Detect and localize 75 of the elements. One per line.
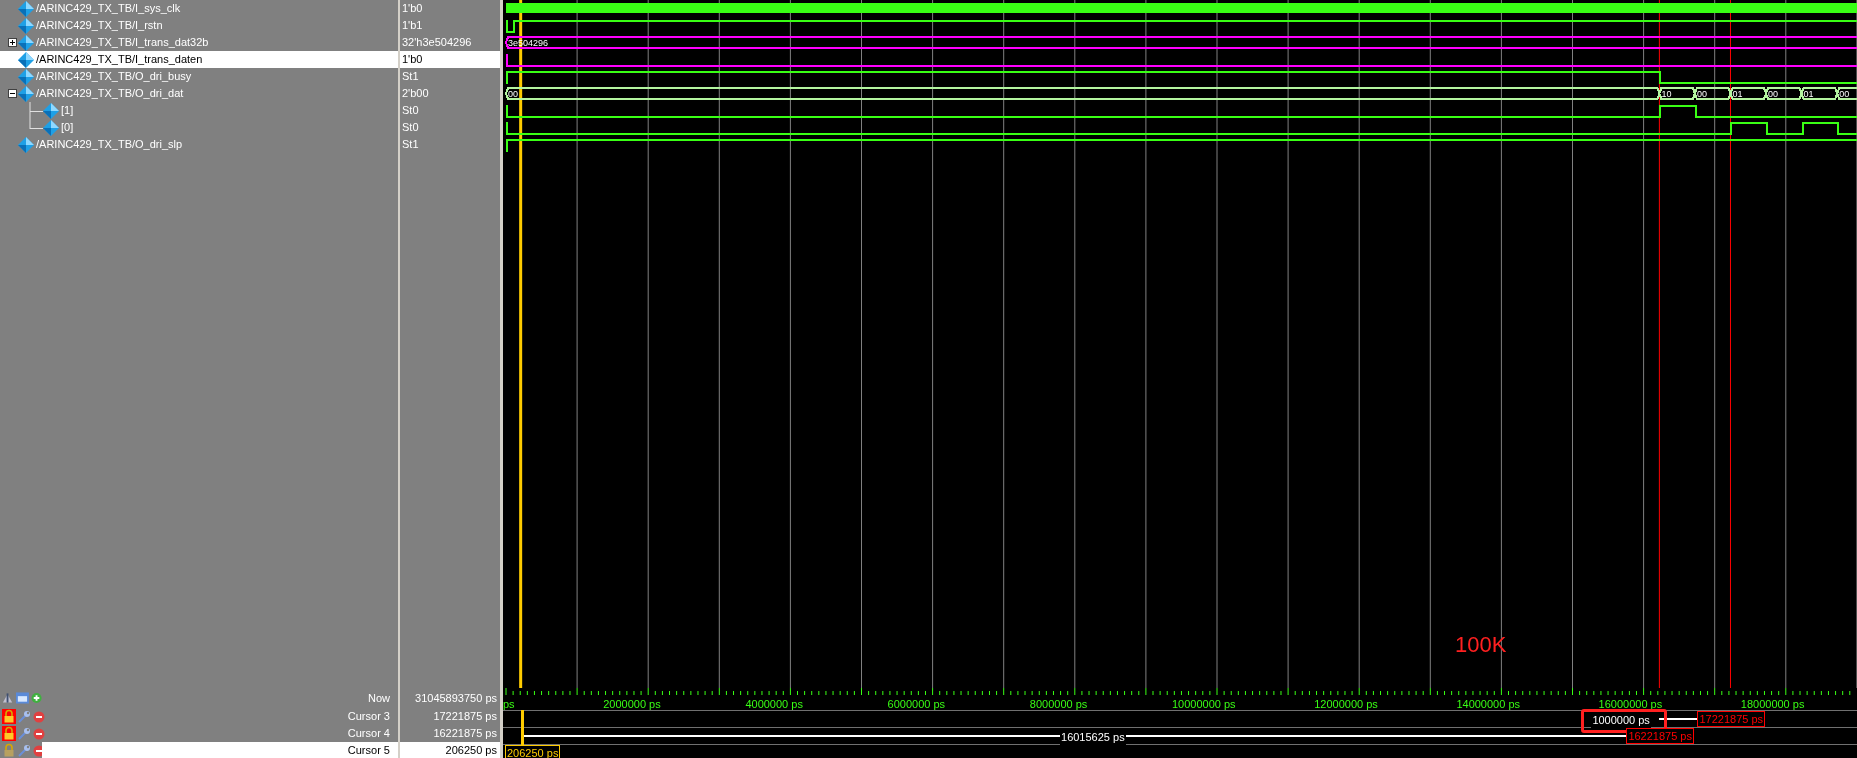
signal-icon — [43, 102, 59, 119]
add-icon[interactable] — [30, 692, 42, 704]
signal-icon — [18, 51, 34, 68]
signal-value: 1'b0 — [402, 1, 423, 17]
cursor-line[interactable] — [520, 710, 524, 745]
cursor-row[interactable]: Cursor 3 — [42, 708, 398, 725]
lock-icon[interactable] — [2, 726, 16, 741]
signal-icon — [43, 119, 59, 136]
signal-icon — [18, 68, 34, 85]
signal-icon — [18, 17, 34, 34]
signal-value: 1'b1 — [402, 18, 423, 34]
bus-value: 00 — [1839, 89, 1850, 99]
signal-value: St1 — [402, 137, 419, 153]
signal-name: [1] — [61, 103, 74, 119]
signal-icon — [18, 34, 34, 51]
cursor-time: 31045893750 ps — [415, 690, 497, 706]
signal-row[interactable]: [1] — [0, 102, 398, 119]
time-label: 14000000 ps — [1456, 697, 1520, 712]
signal-row[interactable]: /ARINC429_TX_TB/I_rstn — [0, 17, 398, 34]
time-label: 16000000 ps — [1598, 697, 1663, 712]
annotation-text: 100K — [1455, 634, 1507, 656]
signal-row[interactable]: [0] — [0, 119, 398, 136]
time-label: 12000000 ps — [1314, 697, 1378, 712]
signal-row[interactable]: /ARINC429_TX_TB/I_trans_dat32b — [0, 34, 398, 51]
signal-name: /ARINC429_TX_TB/I_rstn — [36, 18, 163, 34]
signal-value: 1'b0 — [402, 52, 423, 68]
cursor-tag: 16221875 ps — [1626, 728, 1694, 744]
time-label: ps — [503, 697, 515, 712]
time-label: 4000000 ps — [745, 697, 803, 712]
bus-value: 00 — [508, 89, 518, 99]
signal-name: /ARINC429_TX_TB/O_dri_busy — [36, 69, 192, 85]
bus-value: 00 — [1696, 89, 1707, 99]
bus-value: 00 — [1768, 89, 1779, 99]
window-icon[interactable] — [16, 692, 29, 704]
expand-toggle[interactable] — [7, 38, 17, 47]
signal-value: 32'h3e504296 — [402, 35, 472, 51]
signal-value: St0 — [402, 103, 419, 119]
signal-name: /ARINC429_TX_TB/O_dri_slp — [36, 137, 183, 153]
signal-value: St1 — [402, 69, 419, 85]
cursor-row[interactable]: Cursor 4 — [42, 725, 398, 742]
collapse-toggle[interactable] — [7, 89, 17, 98]
signal-name: [0] — [61, 120, 74, 136]
time-label: 8000000 ps — [1029, 697, 1088, 712]
signal-value: 2'b00 — [402, 86, 429, 102]
signal-row[interactable]: /ARINC429_TX_TB/I_sys_clk — [0, 0, 398, 17]
cursor-row[interactable]: Cursor 5 — [42, 742, 398, 758]
remove-icon[interactable] — [33, 727, 45, 740]
signal-name: /ARINC429_TX_TB/I_sys_clk — [36, 1, 181, 17]
signal-icon — [18, 0, 34, 17]
cursor-tag: 17221875 ps — [1697, 711, 1766, 727]
cursor-icon[interactable] — [2, 692, 14, 704]
time-label: 18000000 ps — [1740, 697, 1805, 712]
signal-row[interactable]: /ARINC429_TX_TB/I_trans_daten — [0, 51, 398, 68]
lock-icon[interactable] — [2, 709, 16, 724]
cursor-time: 17221875 ps — [433, 709, 497, 725]
cursor-time: 206250 ps — [445, 743, 497, 758]
cursor-line[interactable] — [1658, 0, 1660, 688]
signal-row[interactable]: /ARINC429_TX_TB/O_dri_slp — [0, 136, 398, 153]
time-label: 6000000 ps — [887, 697, 946, 712]
signal-icon — [18, 85, 34, 102]
signal-name: /ARINC429_TX_TB/I_trans_daten — [36, 52, 203, 68]
signal-row[interactable]: /ARINC429_TX_TB/O_dri_dat — [0, 85, 398, 102]
time-label: 10000000 ps — [1172, 697, 1236, 712]
signal-row[interactable]: /ARINC429_TX_TB/O_dri_busy — [0, 68, 398, 85]
signal-name: /ARINC429_TX_TB/O_dri_dat — [36, 86, 184, 102]
signal-name: /ARINC429_TX_TB/I_trans_dat32b — [36, 35, 209, 51]
bus-value: 10 — [1661, 89, 1672, 99]
time-label: 2000000 ps — [603, 697, 661, 712]
cursor-row[interactable]: Now — [42, 688, 398, 708]
cursor-time: 16221875 ps — [433, 726, 497, 742]
signal-value: St0 — [402, 120, 419, 136]
remove-icon[interactable] — [33, 710, 45, 723]
signal-icon — [18, 136, 34, 153]
bus-value: 01 — [1732, 89, 1743, 99]
bus-value: 01 — [1803, 89, 1814, 99]
